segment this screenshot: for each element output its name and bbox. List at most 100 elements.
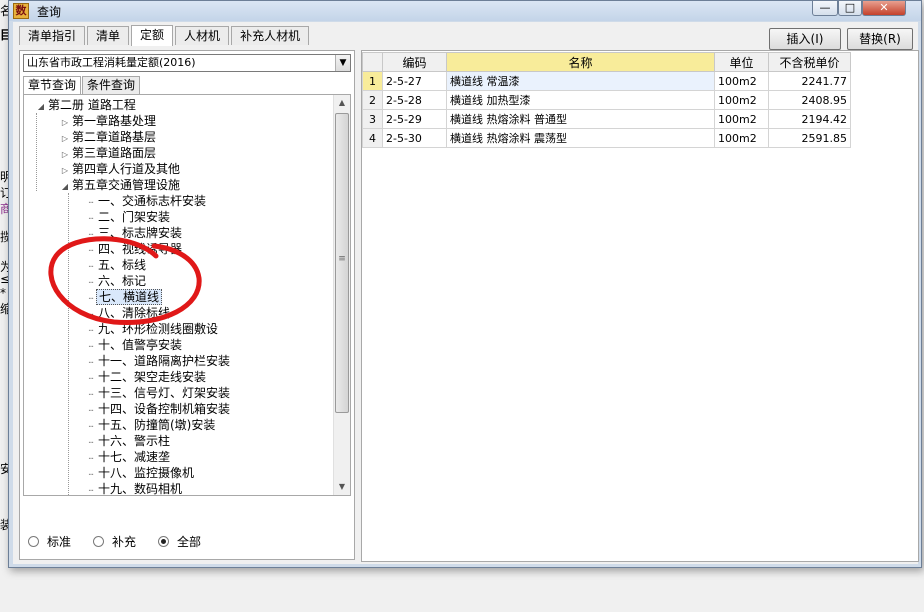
tree-node-label: 第二章道路基层 (72, 130, 157, 144)
code-cell[interactable]: 2-5-29 (382, 109, 447, 129)
maximize-button[interactable]: □ (838, 1, 862, 16)
tree-node-label: 十七、减速垄 (98, 450, 171, 464)
tree-node[interactable]: ┄ 十三、信号灯、灯架安装 (24, 385, 334, 401)
row-number-cell[interactable]: 4 (362, 128, 383, 148)
column-header-price[interactable]: 不含税单价 (768, 52, 851, 72)
tab-condition-query[interactable]: 条件查询 (82, 76, 141, 94)
radio-label: 标准 (47, 535, 72, 549)
tree-node[interactable]: ┄ 五、标线 (24, 257, 334, 273)
name-cell[interactable]: 横道线 加热型漆 (446, 90, 715, 110)
tree-node[interactable]: ┄ 六、标记 (24, 273, 334, 289)
insert-button[interactable]: 插入(I) (769, 28, 841, 50)
table-row[interactable]: 3 2-5-29 横道线 热熔涂料 普通型 100m2 2194.42 (362, 109, 851, 129)
tab-bill-guide[interactable]: 清单指引 (19, 26, 86, 45)
tab-quota[interactable]: 定额 (131, 25, 174, 46)
main-tabs: 清单指引 清单 定额 人材机 补充人材机 (19, 25, 311, 46)
tree-node-label: 六、标记 (98, 274, 147, 288)
radio-standard[interactable]: 标准 (28, 533, 71, 550)
tab-bill[interactable]: 清单 (87, 26, 130, 45)
table-row[interactable]: 1 2-5-27 横道线 常温漆 100m2 2241.77 (362, 71, 851, 91)
results-table: 编码 名称 单位 不含税单价 1 2-5-27 横道线 常温漆 100m2 2241.7… (362, 52, 851, 148)
column-header-unit[interactable]: 单位 (714, 52, 769, 72)
code-cell[interactable]: 2-5-28 (382, 90, 447, 110)
tree-node-label: 九、环形检测线圈敷设 (98, 322, 219, 336)
scroll-thumb[interactable]: ≡ (335, 113, 349, 413)
tab-chapter-query[interactable]: 章节查询 (23, 76, 82, 94)
row-number-cell[interactable]: 2 (362, 90, 383, 110)
tree-node[interactable]: ▷ 第四章人行道及其他 (24, 161, 334, 177)
unit-cell[interactable]: 100m2 (714, 128, 769, 148)
tree-node[interactable]: ◢ 第五章交通管理设施 (24, 177, 334, 193)
scroll-down-icon[interactable]: ▼ (334, 479, 350, 495)
unit-cell[interactable]: 100m2 (714, 90, 769, 110)
tree-node[interactable]: ┄ 十四、设备控制机箱安装 (24, 401, 334, 417)
tree-node[interactable]: ┄ 八、清除标线 (24, 305, 334, 321)
title-bar[interactable]: 数 查询 — □ ✕ (9, 1, 921, 21)
price-cell[interactable]: 2591.85 (768, 128, 851, 148)
unit-cell[interactable]: 100m2 (714, 71, 769, 91)
tree-node[interactable]: ┄ 一、交通标志杆安装 (24, 193, 334, 209)
quota-library-select[interactable]: 山东省市政工程消耗量定额(2016) ▼ (23, 54, 351, 72)
tree-node-label: 四、视线诱导器 (98, 242, 183, 256)
row-number-cell[interactable]: 1 (362, 71, 383, 91)
minimize-button[interactable]: — (812, 1, 838, 16)
tree-node[interactable]: ┄ 七、横道线 (24, 289, 334, 305)
tree-node[interactable]: ┄ 十九、数码相机 (24, 481, 334, 495)
tree-node[interactable]: ┄ 十二、架空走线安装 (24, 369, 334, 385)
bg-text: * (0, 286, 6, 300)
tree-node-label: 十、值警亭安装 (98, 338, 183, 352)
close-button[interactable]: ✕ (862, 1, 906, 16)
tab-labor-material[interactable]: 人材机 (175, 26, 230, 45)
price-cell[interactable]: 2408.95 (768, 90, 851, 110)
tree-node[interactable]: ▷ 第二章道路基层 (24, 129, 334, 145)
column-header-name[interactable]: 名称 (446, 52, 715, 72)
tree-node-label: 十三、信号灯、灯架安装 (98, 386, 231, 400)
tree-scrollbar[interactable]: ▲ ≡ ▼ (333, 95, 350, 495)
query-mode-tabs: 章节查询 条件查询 (23, 76, 141, 94)
chapter-panel: 山东省市政工程消耗量定额(2016) ▼ 章节查询 条件查询 ◢ 第二册 道路工程… (19, 50, 355, 560)
name-cell[interactable]: 横道线 热熔涂料 普通型 (446, 109, 715, 129)
tree-node-label: 第二册 道路工程 (48, 98, 136, 112)
price-cell[interactable]: 2194.42 (768, 109, 851, 129)
tree-connector-icon: ┄ (88, 486, 94, 495)
tree-node[interactable]: ┄ 二、门架安装 (24, 209, 334, 225)
scroll-up-icon[interactable]: ▲ (334, 95, 350, 111)
code-cell[interactable]: 2-5-30 (382, 128, 447, 148)
code-cell[interactable]: 2-5-27 (382, 71, 447, 91)
replace-button[interactable]: 替换(R) (847, 28, 913, 50)
tree-node-label: 五、标线 (98, 258, 147, 272)
table-body: 1 2-5-27 横道线 常温漆 100m2 2241.77 2 2-5-28 横道线 加热型… (362, 71, 851, 148)
tree-node[interactable]: ┄ 九、环形检测线圈敷设 (24, 321, 334, 337)
tree-node-label: 十二、架空走线安装 (98, 370, 207, 384)
unit-cell[interactable]: 100m2 (714, 109, 769, 129)
tree-node[interactable]: ┄ 十六、警示柱 (24, 433, 334, 449)
table-row[interactable]: 2 2-5-28 横道线 加热型漆 100m2 2408.95 (362, 90, 851, 110)
row-number-cell[interactable]: 3 (362, 109, 383, 129)
tree-node-label: 第四章人行道及其他 (72, 162, 181, 176)
name-cell[interactable]: 横道线 热熔涂料 震荡型 (446, 128, 715, 148)
tab-supplement-labor-material[interactable]: 补充人材机 (231, 26, 310, 45)
name-cell[interactable]: 横道线 常温漆 (446, 71, 715, 91)
column-header-code[interactable]: 编码 (382, 52, 447, 72)
tree-node-label: 七、横道线 (96, 289, 163, 305)
tree-node[interactable]: ┄ 十八、监控摄像机 (24, 465, 334, 481)
table-row[interactable]: 4 2-5-30 横道线 热熔涂料 震荡型 100m2 2591.85 (362, 128, 851, 148)
tree-node[interactable]: ▷ 第一章路基处理 (24, 113, 334, 129)
radio-all[interactable]: 全部 (158, 533, 201, 550)
tree-node[interactable]: ┄ 十、值警亭安装 (24, 337, 334, 353)
chapter-tree[interactable]: ◢ 第二册 道路工程 ▷ 第一章路基处理 ▷ 第二章道路基层 ▷ 第三章道路面层 ▷ 第四章人行道… (23, 94, 351, 496)
tree-node[interactable]: ┄ 三、标志牌安装 (24, 225, 334, 241)
radio-supplement[interactable]: 补充 (93, 533, 136, 550)
tree-node[interactable]: ┄ 四、视线诱导器 (24, 241, 334, 257)
chevron-down-icon[interactable]: ▼ (335, 55, 350, 71)
row-number-header (362, 52, 383, 72)
price-cell[interactable]: 2241.77 (768, 71, 851, 91)
tree-node[interactable]: ▷ 第三章道路面层 (24, 145, 334, 161)
app-icon: 数 (13, 3, 29, 19)
tree-node[interactable]: ┄ 十一、道路隔离护栏安装 (24, 353, 334, 369)
maximize-icon: □ (844, 1, 856, 14)
table-header-row: 编码 名称 单位 不含税单价 (362, 52, 851, 72)
tree-node[interactable]: ┄ 十七、减速垄 (24, 449, 334, 465)
tree-node[interactable]: ┄ 十五、防撞筒(墩)安装 (24, 417, 334, 433)
tree-node[interactable]: ◢ 第二册 道路工程 (24, 97, 334, 113)
